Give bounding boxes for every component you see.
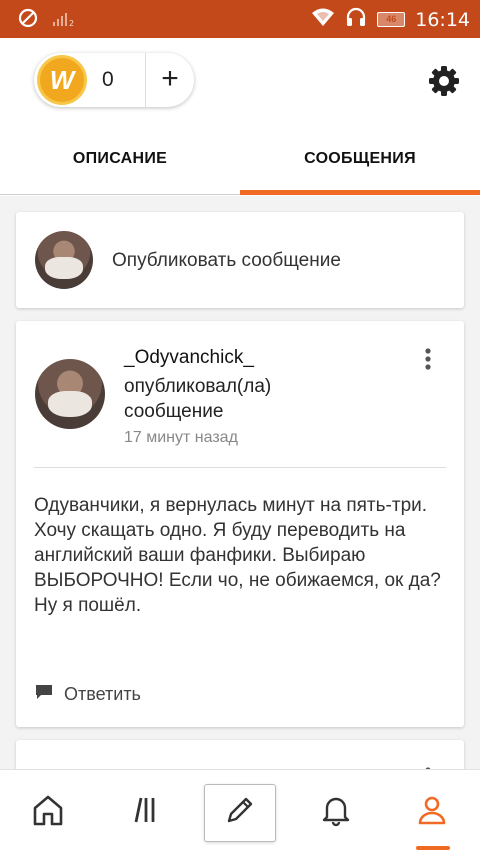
signal-icon: 2 — [52, 11, 76, 30]
reply-label: Ответить — [64, 684, 141, 704]
comment-icon — [34, 683, 54, 706]
active-tab-indicator — [240, 190, 480, 195]
nav-notifications[interactable] — [288, 770, 384, 855]
bottom-navigation — [0, 769, 480, 855]
compose-placeholder[interactable]: Опубликовать сообщение — [112, 250, 341, 272]
coin-widget[interactable]: W 0 + — [34, 53, 194, 107]
bell-icon — [319, 793, 353, 832]
avatar — [35, 231, 93, 289]
post-timestamp: 17 минут назад — [124, 429, 238, 446]
coin-icon: W — [37, 55, 87, 105]
pencil-icon — [223, 793, 257, 832]
author-avatar[interactable] — [35, 359, 105, 429]
tab-bar: ОПИСАНИЕ СООБЩЕНИЯ — [0, 138, 480, 196]
message-body: Одуванчики, я вернулась минут на пять-тр… — [34, 495, 441, 616]
write-button[interactable] — [204, 783, 276, 842]
home-icon — [31, 793, 65, 832]
coin-count: 0 — [102, 68, 114, 91]
library-icon — [127, 793, 161, 832]
wifi-icon — [311, 7, 335, 32]
tab-description[interactable]: ОПИСАНИЕ — [0, 138, 240, 196]
user-icon — [415, 793, 449, 832]
nav-write[interactable] — [192, 770, 288, 855]
status-bar: 2 46 16:14 — [0, 0, 480, 38]
more-options-icon[interactable] — [418, 345, 438, 375]
post-action-text: опубликовал(ла) сообщение — [124, 376, 272, 422]
compose-message-card[interactable]: Опубликовать сообщение — [16, 212, 464, 308]
tab-messages[interactable]: СООБЩЕНИЯ — [240, 138, 480, 196]
reply-button[interactable]: Ответить — [34, 683, 141, 706]
clock: 16:14 — [415, 8, 470, 31]
settings-gear-icon[interactable] — [426, 63, 462, 99]
headphones-icon — [345, 7, 367, 32]
svg-text:2: 2 — [69, 19, 74, 27]
active-nav-indicator — [416, 846, 450, 850]
battery-icon: 46 — [377, 12, 406, 27]
author-name[interactable]: _Odyvanchick_ — [124, 347, 254, 369]
nav-library[interactable] — [96, 770, 192, 855]
add-coins-button[interactable]: + — [146, 53, 194, 107]
nav-profile[interactable] — [384, 770, 480, 855]
nav-home[interactable] — [0, 770, 96, 855]
message-card: _Odyvanchick_ опубликовал(ла) сообщение … — [16, 321, 464, 727]
divider — [34, 467, 446, 468]
header: W 0 + ОПИСАНИЕ СООБЩЕНИЯ — [0, 38, 480, 196]
do-not-disturb-icon — [18, 8, 38, 33]
tab-divider — [0, 194, 240, 195]
